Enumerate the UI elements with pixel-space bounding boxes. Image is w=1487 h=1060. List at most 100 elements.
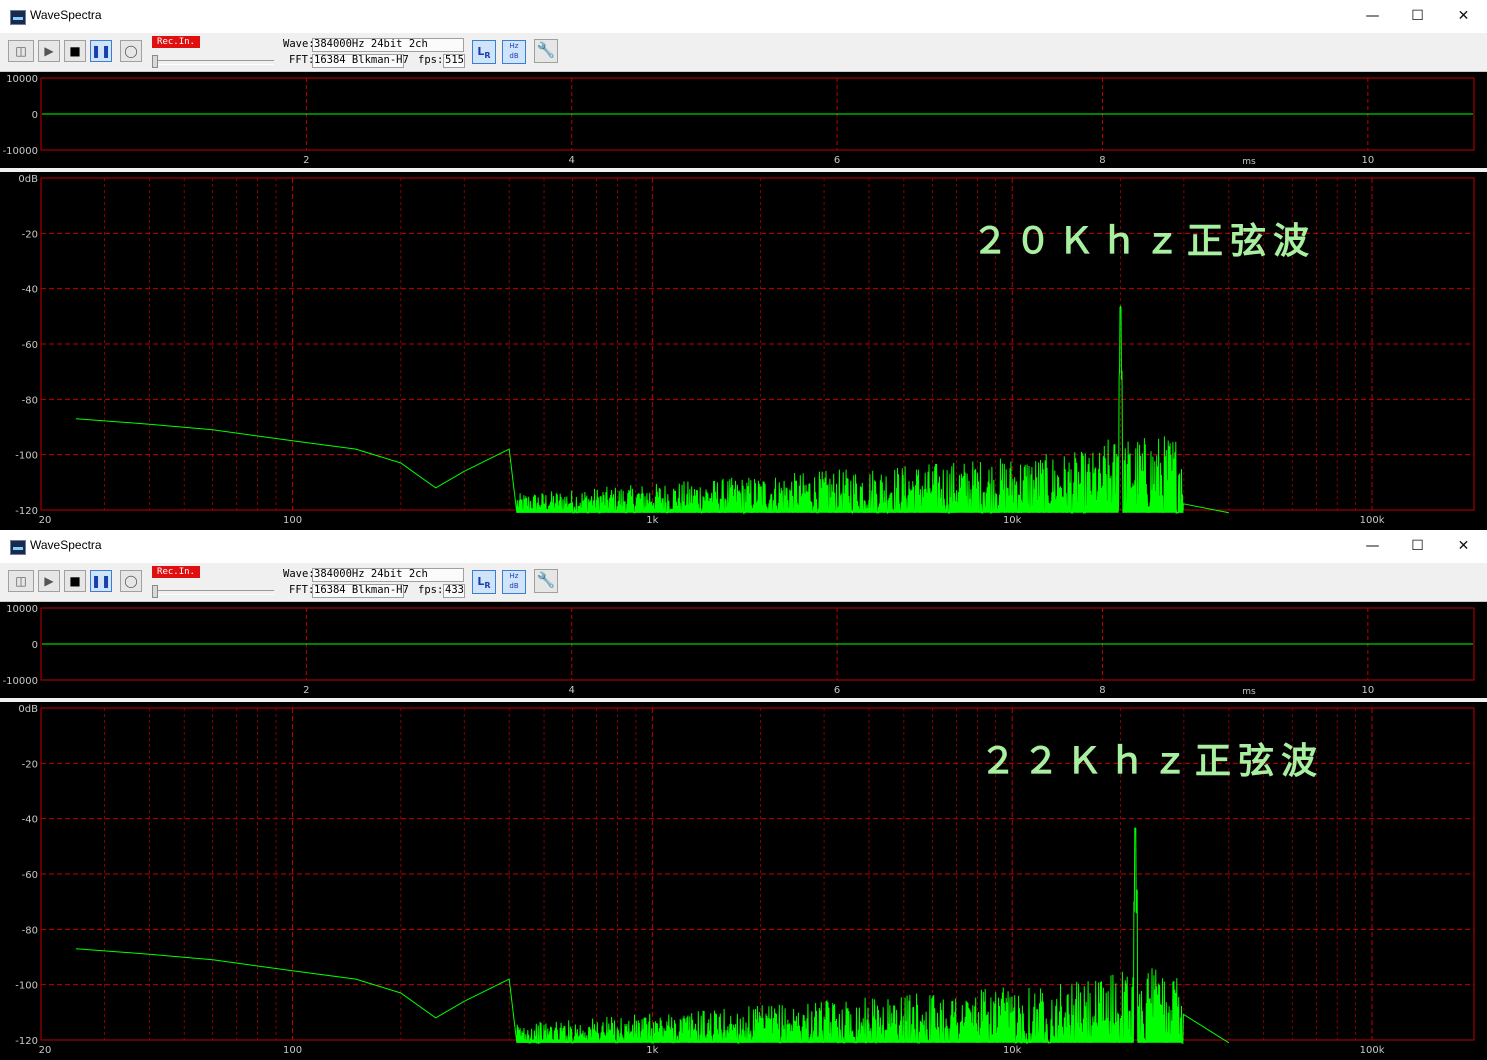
rec-in-indicator[interactable]: Rec.In.: [152, 36, 200, 48]
pause-icon[interactable]: ❚❚: [90, 570, 112, 592]
fps-value: 433: [445, 584, 464, 596]
maximize-button[interactable]: ☐: [1395, 530, 1440, 563]
spectrum-y-tick-label: 0dB: [18, 704, 38, 715]
waveform-chart: 2 4 6 8 10 10000 0 -10000 ms: [3, 604, 1475, 697]
rec-in-indicator[interactable]: Rec.In.: [152, 566, 200, 578]
title-bar[interactable]: WaveSpectra — ☐ ✕: [0, 0, 1487, 33]
spectrum-y-tick-label: -60: [22, 870, 38, 881]
spectrum-y-tick-label: -80: [22, 395, 38, 406]
position-slider-track[interactable]: [152, 590, 274, 595]
waveform-y-tick-label: -10000: [3, 676, 38, 687]
record-icon[interactable]: ◯: [120, 570, 142, 592]
position-slider-track[interactable]: [152, 60, 274, 65]
fft-label: FFT:: [289, 54, 315, 66]
spectrum-x-tick-label: 20: [39, 1045, 52, 1056]
spectrum-peak-point: [1134, 834, 1136, 836]
spectrum-y-tick-label: -40: [22, 815, 38, 826]
record-icon[interactable]: ◯: [120, 40, 142, 62]
close-button[interactable]: ✕: [1441, 530, 1486, 563]
lr-icon[interactable]: LR: [472, 40, 496, 64]
play-icon[interactable]: ▶: [38, 40, 60, 62]
spectrum-y-tick-label: -100: [15, 451, 38, 462]
open-icon[interactable]: ◫: [8, 570, 34, 592]
wave-label: Wave:: [283, 38, 315, 50]
spectrum-x-tick-label: 100k: [1360, 1045, 1385, 1056]
spectrum-y-tick-label: -80: [22, 925, 38, 936]
spectrum-plot: 0dB -20 -40 -60 -80 -100 -120 20 100 1k 10k 100k ２２…: [0, 702, 1487, 1060]
waveform-x-tick-label: 6: [834, 155, 840, 166]
window-title: WaveSpectra: [30, 8, 102, 22]
waveform-x-tick-label: 8: [1099, 685, 1105, 696]
window-title: WaveSpectra: [30, 538, 102, 552]
spectrum-y-tick-label: -120: [15, 1036, 38, 1047]
stop-icon[interactable]: ■: [64, 570, 86, 592]
toolbar: ◫ ▶ ■ ❚❚ ◯ Rec.In. Wave: 384000Hz 24bit …: [0, 563, 1487, 602]
toolbar: ◫ ▶ ■ ❚❚ ◯ Rec.In. Wave: 384000Hz 24bit …: [0, 33, 1487, 72]
lr-icon[interactable]: LR: [472, 570, 496, 594]
spectrum-y-tick-label: 0dB: [18, 174, 38, 185]
spectrum-plot: 0dB -20 -40 -60 -80 -100 -120 20 100 1k 10k 100k ２０…: [0, 172, 1487, 530]
spectrum-x-tick-label: 1k: [646, 1045, 658, 1056]
wave-value: 384000Hz 24bit 2ch: [314, 38, 428, 50]
wave-value: 384000Hz 24bit 2ch: [314, 568, 428, 580]
spectrum-peak-point: [1120, 310, 1122, 312]
waveform-y-tick-label: 10000: [6, 604, 38, 615]
waveform-x-axis-label: ms: [1242, 157, 1256, 167]
maximize-button[interactable]: ☐: [1395, 0, 1440, 33]
fft-value: 16384 Blkman-H7: [314, 54, 409, 66]
app-icon: [10, 10, 26, 25]
waveform-x-tick-label: 10: [1361, 685, 1374, 696]
spectrum-x-tick-label: 10k: [1003, 1045, 1022, 1056]
spectrum-y-tick-label: -60: [22, 340, 38, 351]
waveform-y-tick-label: 0: [32, 640, 38, 651]
pause-icon[interactable]: ❚❚: [90, 40, 112, 62]
settings-icon[interactable]: 🔧: [534, 39, 558, 63]
wavespectra-window-2: WaveSpectra — ☐ ✕ ◫ ▶ ■ ❚❚ ◯ Rec.In. Wav…: [0, 530, 1487, 1060]
spectrum-x-tick-label: 1k: [646, 515, 658, 526]
annotation-text: ２０Ｋｈｚ正弦波: [972, 221, 1317, 262]
position-slider-thumb[interactable]: [152, 585, 158, 598]
play-icon[interactable]: ▶: [38, 570, 60, 592]
waveform-x-tick-label: 2: [303, 155, 309, 166]
spectrum-y-tick-label: -20: [22, 229, 38, 240]
fps-value: 515: [445, 54, 464, 66]
fps-label: fps:: [418, 584, 444, 596]
close-button[interactable]: ✕: [1441, 0, 1486, 33]
fft-label: FFT:: [289, 584, 315, 596]
settings-icon[interactable]: 🔧: [534, 569, 558, 593]
fft-value: 16384 Blkman-H7: [314, 584, 409, 596]
spectrum-y-tick-label: -40: [22, 285, 38, 296]
spectrum-trace: [75, 305, 1229, 515]
spectrum-x-tick-label: 10k: [1003, 515, 1022, 526]
wavespectra-window-1: WaveSpectra — ☐ ✕ ◫ ▶ ■ ❚❚ ◯ Rec.In. Wav…: [0, 0, 1487, 530]
waveform-x-tick-label: 4: [569, 685, 575, 696]
waveform-plot: 2 4 6 8 10 10000 0 -10000 ms: [0, 602, 1487, 698]
waveform-y-tick-label: 10000: [6, 74, 38, 85]
waveform-x-axis-label: ms: [1242, 687, 1256, 697]
waveform-x-tick-label: 8: [1099, 155, 1105, 166]
spectrum-y-tick-label: -100: [15, 981, 38, 992]
position-slider-thumb[interactable]: [152, 55, 158, 68]
waveform-x-tick-label: 6: [834, 685, 840, 696]
spectrum-x-tick-label: 100: [283, 1045, 302, 1056]
waveform-y-tick-label: 0: [32, 110, 38, 121]
wave-label: Wave:: [283, 568, 315, 580]
title-bar[interactable]: WaveSpectra — ☐ ✕: [0, 530, 1487, 563]
hz-db-icon[interactable]: Hz dB: [502, 570, 526, 594]
spectrum-x-tick-label: 100k: [1360, 515, 1385, 526]
app-icon: [10, 540, 26, 555]
waveform-x-tick-label: 2: [303, 685, 309, 696]
annotation-text: ２２Ｋｈｚ正弦波: [980, 741, 1325, 782]
stop-icon[interactable]: ■: [64, 40, 86, 62]
spectrum-y-tick-label: -20: [22, 759, 38, 770]
hz-db-icon[interactable]: Hz dB: [502, 40, 526, 64]
waveform-x-tick-label: 4: [569, 155, 575, 166]
spectrum-x-tick-label: 100: [283, 515, 302, 526]
open-icon[interactable]: ◫: [8, 40, 34, 62]
minimize-button[interactable]: —: [1350, 0, 1395, 33]
waveform-plot: 2 4 6 8 10 10000 0 -10000 ms: [0, 72, 1487, 168]
spectrum-x-tick-label: 20: [39, 515, 52, 526]
waveform-y-tick-label: -10000: [3, 146, 38, 157]
minimize-button[interactable]: —: [1350, 530, 1395, 563]
waveform-chart: 2 4 6 8 10 10000 0 -10000 ms: [3, 74, 1475, 167]
